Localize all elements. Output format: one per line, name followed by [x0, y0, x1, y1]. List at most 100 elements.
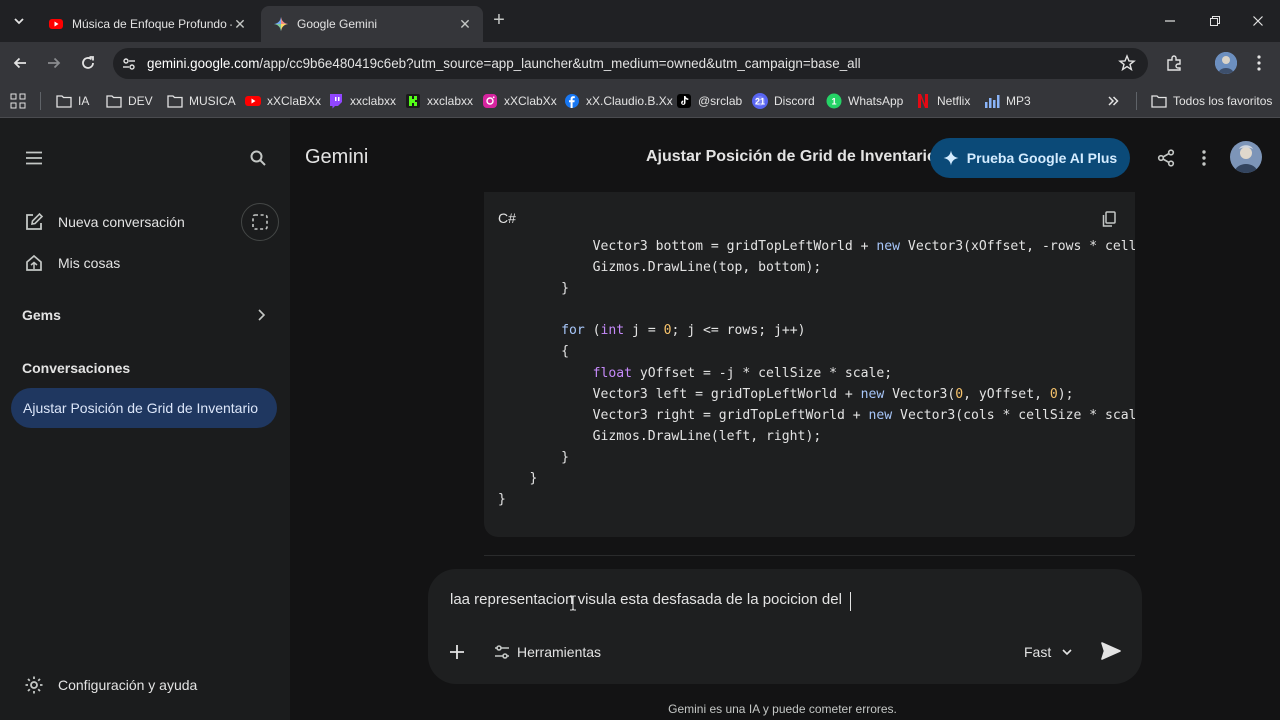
code-line: Gizmos.DrawLine(left, right);: [498, 428, 822, 444]
temporary-chat-button[interactable]: [241, 203, 279, 241]
tab-search-button[interactable]: [8, 10, 30, 32]
send-icon: [1101, 642, 1121, 660]
more-options-icon[interactable]: [1196, 149, 1212, 167]
address-bar[interactable]: gemini.google.com/app/cc9b6e480419c6eb?u…: [113, 48, 1148, 79]
send-button[interactable]: [1101, 642, 1121, 660]
code-line: Vector3 bottom = gridTopLeftWorld + new …: [498, 239, 1135, 254]
restore-button[interactable]: [1203, 10, 1227, 32]
tools-button[interactable]: [493, 643, 511, 661]
bookmark-label: Discord: [774, 94, 815, 108]
reload-button[interactable]: [76, 51, 100, 75]
chevron-right-icon[interactable]: [255, 308, 267, 322]
conversation-title-header[interactable]: Ajustar Posición de Grid de Inventario: [646, 148, 937, 166]
bookmark-twitch[interactable]: xxclabxx: [328, 84, 396, 118]
share-icon[interactable]: [1157, 149, 1175, 167]
bookmark-dev[interactable]: DEV: [106, 84, 153, 118]
code-line: }: [498, 492, 506, 508]
settings-help-button[interactable]: Configuración y ayuda: [22, 673, 197, 697]
bookmark-label: xXClabXx: [504, 94, 557, 108]
prompt-input[interactable]: laa representacion visula esta desfasada…: [450, 591, 842, 608]
bookmark-instagram[interactable]: xXClabXx: [482, 84, 557, 118]
twitch-icon: [328, 93, 344, 109]
bookmark-netflix[interactable]: Netflix: [915, 84, 970, 118]
bookmark-whatsapp[interactable]: 1 WhatsApp: [826, 84, 903, 118]
tab-gemini[interactable]: Google Gemini ✕: [261, 6, 483, 42]
divider: [484, 555, 1135, 556]
bookmark-mp3[interactable]: MP3: [984, 84, 1031, 118]
avatar[interactable]: [1230, 141, 1262, 173]
bookmark-label: IA: [78, 94, 90, 108]
model-selector[interactable]: Fast: [1024, 644, 1051, 660]
upgrade-button[interactable]: Prueba Google AI Plus: [930, 138, 1130, 178]
bookmark-ia[interactable]: IA: [56, 84, 89, 118]
temporary-chat-icon: [252, 214, 268, 230]
gems-label[interactable]: Gems: [22, 307, 61, 323]
conversation-item-active[interactable]: Ajustar Posición de Grid de Inventario: [11, 388, 277, 428]
profile-avatar[interactable]: [1215, 52, 1237, 74]
bookmark-star-icon[interactable]: [1118, 54, 1136, 72]
add-attachment-button[interactable]: [448, 643, 466, 661]
forward-button[interactable]: [42, 51, 66, 75]
svg-text:21: 21: [755, 97, 765, 107]
close-tab-icon[interactable]: ✕: [457, 16, 473, 32]
close-window-button[interactable]: [1246, 10, 1270, 32]
tools-label[interactable]: Herramientas: [517, 644, 601, 660]
code-line: float yOffset = -j * cellSize * scale;: [592, 365, 893, 381]
all-bookmarks[interactable]: Todos los favoritos: [1151, 84, 1272, 118]
bookmark-kick[interactable]: xxclabxx: [405, 84, 473, 118]
reload-icon: [82, 56, 94, 69]
bookmark-discord[interactable]: 21 Discord: [752, 84, 815, 118]
extensions-icon[interactable]: [1165, 54, 1183, 72]
my-stuff-button[interactable]: Mis cosas: [22, 251, 120, 275]
code-line: Vector3 left = gridTopLeftWorld + new Ve…: [498, 386, 1074, 402]
sparkle-icon: [943, 150, 959, 166]
bookmarks-separator: [1136, 92, 1137, 110]
facebook-icon: [564, 93, 580, 109]
code-line: ​: [498, 299, 1135, 320]
plus-icon: [450, 645, 464, 659]
gear-icon: [22, 673, 46, 697]
new-tab-button[interactable]: +: [488, 10, 510, 32]
instagram-icon: [482, 93, 498, 109]
upgrade-label: Prueba Google AI Plus: [966, 150, 1118, 166]
folder-icon: [106, 93, 122, 109]
gemini-brand[interactable]: Gemini: [305, 146, 368, 169]
gemini-sparkle-icon: [273, 16, 289, 32]
arrow-right-icon: [48, 57, 61, 69]
back-button[interactable]: [8, 51, 32, 75]
code-line: Vector3 right = gridTopLeftWorld + new V…: [498, 407, 1135, 423]
code-content: Vector3 bottom = gridTopLeftWorld + new …: [498, 236, 1135, 536]
apps-icon[interactable]: [10, 84, 26, 118]
bookmark-label: DEV: [128, 94, 153, 108]
close-tab-icon[interactable]: ✕: [232, 16, 248, 32]
bookmark-youtube[interactable]: xXClaBXx: [245, 84, 321, 118]
bookmark-label: MP3: [1006, 94, 1031, 108]
chevron-down-icon[interactable]: [1061, 647, 1073, 657]
url-text: gemini.google.com/app/cc9b6e480419c6eb?u…: [147, 56, 861, 71]
minimize-icon: [1165, 20, 1175, 22]
code-line: for (int j = 0; j <= rows; j++): [561, 323, 806, 339]
bookmark-musica[interactable]: MUSICA: [167, 84, 236, 118]
bookmark-label: xXClaBXx: [267, 94, 322, 108]
more-bookmarks-icon[interactable]: [1106, 84, 1120, 118]
arrow-left-icon: [13, 57, 26, 69]
restore-icon: [1210, 16, 1220, 26]
new-chat-button[interactable]: Nueva conversación: [22, 210, 185, 234]
disclaimer: Gemini es una IA y puede cometer errores…: [0, 702, 1280, 716]
copy-code-button[interactable]: [1099, 209, 1119, 229]
netflix-icon: [915, 93, 931, 109]
url-path: /app/cc9b6e480419c6eb?utm_source=app_lau…: [259, 56, 861, 71]
bookmark-tiktok[interactable]: @srclab: [676, 84, 742, 118]
code-line: }: [498, 281, 569, 297]
code-line: }: [498, 471, 538, 487]
tab-music[interactable]: Música de Enfoque Profundo – ✕: [36, 6, 258, 42]
bookmark-label: xxclabxx: [350, 94, 397, 108]
chart-icon: [984, 93, 1000, 109]
site-info-icon[interactable]: [121, 56, 137, 72]
minimize-button[interactable]: [1158, 10, 1182, 32]
search-icon[interactable]: [246, 146, 270, 170]
browser-menu-icon[interactable]: [1251, 54, 1267, 72]
main-menu-icon[interactable]: [22, 146, 46, 170]
bookmark-facebook[interactable]: xX.Claudio.B.Xx: [564, 84, 673, 118]
url-host: gemini.google.com: [147, 56, 260, 71]
